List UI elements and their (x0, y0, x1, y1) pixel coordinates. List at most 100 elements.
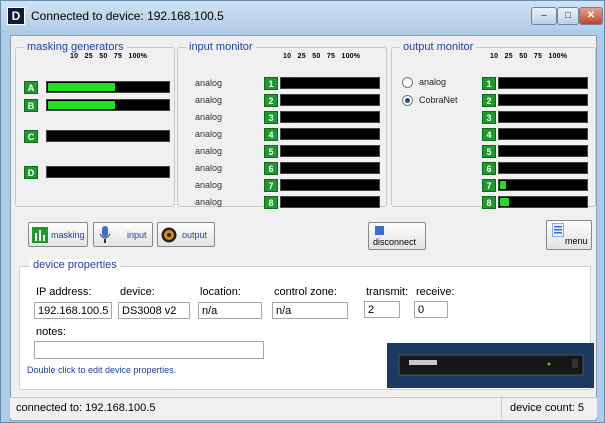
output-channel-3-badge[interactable]: 3 (482, 111, 496, 124)
input-source-label: analog (195, 146, 223, 156)
input-channel-8-badge[interactable]: 8 (264, 196, 278, 209)
device-field[interactable]: DS3008 v2 (118, 302, 190, 319)
output-channel-1-meter (498, 77, 588, 89)
masking-channel-d-meter (46, 166, 170, 178)
maximize-button[interactable]: □ (557, 7, 579, 25)
disconnect-button-label: disconnect (373, 237, 417, 247)
masking-channel-b-meter (46, 99, 170, 111)
masking-button[interactable]: masking (28, 222, 88, 247)
output-channel-7-badge[interactable]: 7 (482, 179, 496, 192)
masking-icon (32, 227, 48, 243)
title-bar[interactable]: D Connected to device: 192.168.100.5 – □… (1, 1, 604, 31)
output-scale: 10 25 50 75 100% (490, 53, 568, 60)
masking-generators-panel: masking generators 10 25 50 75 100% AB C D (15, 41, 175, 207)
output-cobranet-radio[interactable] (402, 95, 413, 106)
input-channel-2-meter (280, 94, 380, 106)
input-channel-6-badge[interactable]: 6 (264, 162, 278, 175)
menu-button[interactable]: menu (546, 220, 592, 250)
masking-button-label: masking (51, 230, 85, 240)
status-bar: connected to: 192.168.100.5 device count… (10, 397, 597, 418)
device-image (387, 343, 594, 388)
input-channel-4-badge[interactable]: 4 (264, 128, 278, 141)
output-channel-5-badge[interactable]: 5 (482, 145, 496, 158)
output-channel-4-meter (498, 128, 588, 140)
output-monitor-panel: output monitor 10 25 50 75 100% analog C… (391, 41, 596, 209)
masking-scale: 10 25 50 75 100% (70, 53, 148, 60)
input-channel-7-badge[interactable]: 7 (264, 179, 278, 192)
input-channel-1-meter (280, 77, 380, 89)
meter-fill (48, 101, 115, 109)
output-channel-7-meter (498, 179, 588, 191)
app-icon: D (7, 7, 25, 25)
meter-fill (48, 83, 115, 91)
close-button[interactable]: ✕ (579, 7, 603, 25)
connected-status: connected to: 192.168.100.5 (16, 402, 156, 414)
meter-fill (500, 181, 506, 189)
device-label: device: (120, 286, 155, 298)
ip-address-field[interactable]: 192.168.100.5 (34, 302, 112, 319)
output-cobranet-label: CobraNet (419, 95, 458, 105)
input-channel-5-meter (280, 145, 380, 157)
microphone-icon (99, 226, 111, 243)
output-channel-5-meter (498, 145, 588, 157)
minimize-button[interactable]: – (531, 7, 557, 25)
input-channel-4-meter (280, 128, 380, 140)
output-channel-2-meter (498, 94, 588, 106)
menu-button-label: menu (565, 236, 588, 246)
output-analog-label: analog (419, 77, 447, 87)
device-count: device count: 5 (501, 398, 597, 418)
output-channel-6-badge[interactable]: 6 (482, 162, 496, 175)
output-button[interactable]: output (157, 222, 215, 247)
input-button[interactable]: input (93, 222, 153, 247)
masking-channel-c-meter (46, 130, 170, 142)
ip-address-label: IP address: (36, 286, 92, 298)
input-source-label: analog (195, 197, 223, 207)
input-channel-6-meter (280, 162, 380, 174)
masking-channel-c-badge[interactable]: C (24, 130, 38, 143)
input-source-label: analog (195, 163, 223, 173)
output-channel-6-meter (498, 162, 588, 174)
output-channel-1-badge[interactable]: 1 (482, 77, 496, 90)
input-monitor-panel: input monitor 10 25 50 75 100% analog 1 an… (177, 41, 387, 209)
edit-hint-text: Double click to edit device properties. (27, 365, 177, 375)
masking-channel-b-badge[interactable]: B (24, 99, 38, 112)
receive-label: receive: (416, 286, 455, 298)
receive-field[interactable]: 0 (414, 301, 448, 318)
input-channel-7-meter (280, 179, 380, 191)
input-channel-3-meter (280, 111, 380, 123)
masking-channel-d-badge[interactable]: D (24, 166, 38, 179)
input-channel-2-badge[interactable]: 2 (264, 94, 278, 107)
input-source-label: analog (195, 95, 223, 105)
input-scale: 10 25 50 75 100% (283, 53, 361, 60)
meter-fill (500, 198, 509, 206)
speaker-icon (161, 227, 177, 243)
menu-icon (552, 223, 564, 237)
input-channel-5-badge[interactable]: 5 (264, 145, 278, 158)
control-zone-field[interactable]: n/a (272, 302, 348, 319)
output-channel-2-badge[interactable]: 2 (482, 94, 496, 107)
output-analog-radio[interactable] (402, 77, 413, 88)
input-source-label: analog (195, 112, 223, 122)
output-channel-4-badge[interactable]: 4 (482, 128, 496, 141)
output-monitor-title: output monitor (400, 41, 477, 53)
window-title: Connected to device: 192.168.100.5 (31, 9, 224, 23)
input-source-label: analog (195, 78, 223, 88)
masking-generators-title: masking generators (24, 41, 127, 53)
output-channel-8-badge[interactable]: 8 (482, 196, 496, 209)
input-button-label: input (127, 230, 147, 240)
input-channel-3-badge[interactable]: 3 (264, 111, 278, 124)
disconnect-icon (375, 226, 384, 235)
control-zone-label: control zone: (274, 286, 337, 298)
input-monitor-title: input monitor (186, 41, 256, 53)
output-button-label: output (182, 230, 208, 240)
notes-field[interactable] (34, 341, 264, 359)
main-client-area: masking generators 10 25 50 75 100% AB C D… (10, 35, 597, 421)
disconnect-button[interactable]: disconnect (368, 222, 426, 250)
output-channel-3-meter (498, 111, 588, 123)
masking-channel-a-meter (46, 81, 170, 93)
location-field[interactable]: n/a (198, 302, 262, 319)
masking-channel-a-badge[interactable]: A (24, 81, 38, 94)
transmit-label: transmit: (366, 286, 409, 298)
input-channel-1-badge[interactable]: 1 (264, 77, 278, 90)
transmit-field[interactable]: 2 (364, 301, 400, 318)
